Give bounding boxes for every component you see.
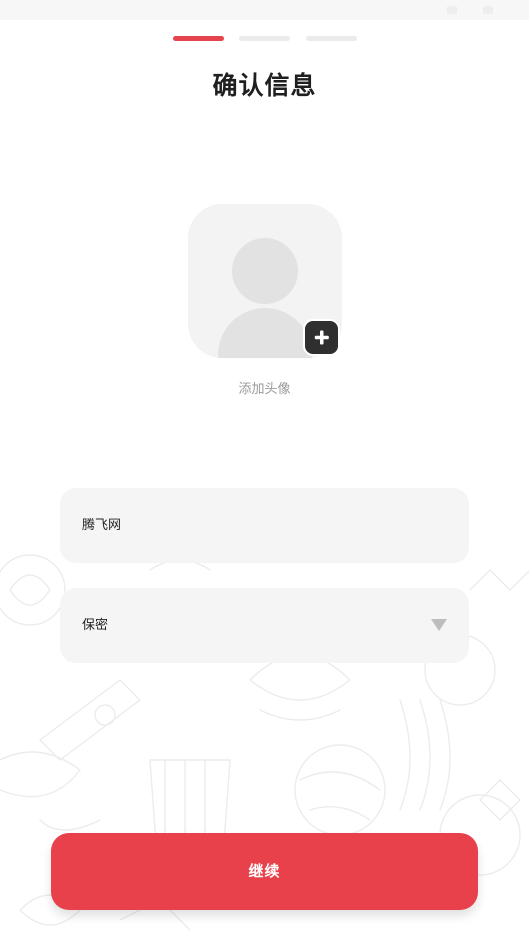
plus-icon [314,330,329,345]
gender-select[interactable]: 保密 [60,588,469,663]
progress-step-3 [306,36,357,41]
signal-icon [447,6,457,14]
avatar-placeholder-head [232,238,298,304]
add-avatar-button[interactable] [303,319,340,356]
step-progress-indicator [173,36,357,41]
nickname-value: 腾飞网 [82,518,122,533]
gender-value: 保密 [82,618,109,633]
page-title: 确认信息 [212,71,317,100]
add-avatar-label: 添加头像 [238,382,291,397]
nickname-field[interactable]: 腾飞网 [60,488,469,563]
chevron-down-icon [431,619,447,631]
avatar-placeholder-body [218,308,312,358]
status-bar [0,0,529,20]
battery-icon [483,6,493,14]
progress-step-1 [173,36,224,41]
progress-step-2 [239,36,290,41]
continue-button[interactable]: 继续 [51,833,478,910]
